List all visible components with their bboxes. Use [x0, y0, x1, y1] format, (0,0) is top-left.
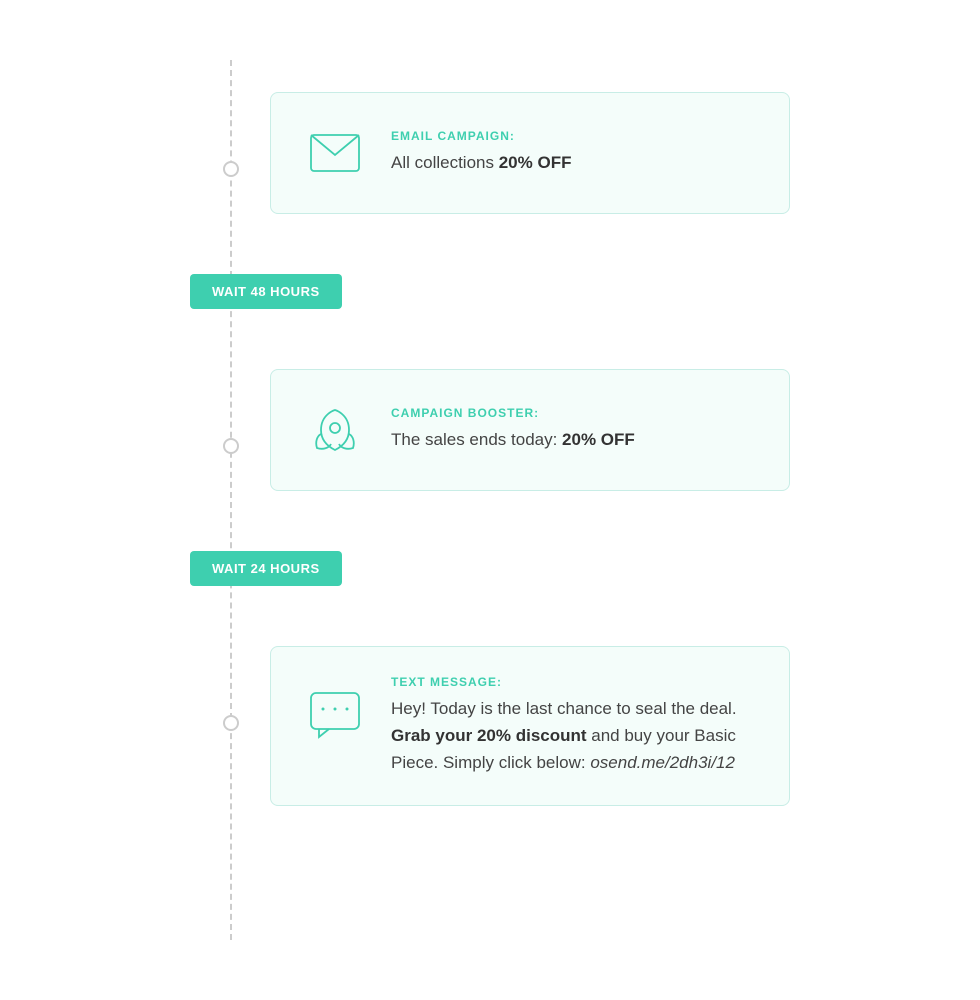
card-email-text-bold: 20% OFF: [499, 153, 572, 172]
card-text-body: Hey! Today is the last chance to seal th…: [391, 695, 761, 777]
email-icon-wrap: [299, 117, 371, 189]
step-email-campaign: EMAIL CAMPAIGN: All collections 20% OFF: [170, 92, 870, 214]
card-text-before: Hey! Today is the last chance to seal th…: [391, 699, 737, 718]
step-campaign-booster: CAMPAIGN BOOSTER: The sales ends today: …: [170, 369, 870, 491]
card-booster-label: CAMPAIGN BOOSTER:: [391, 406, 761, 420]
card-booster-text-bold: 20% OFF: [562, 430, 635, 449]
card-email-text-before: All collections: [391, 153, 499, 172]
timeline-dot-text: [223, 715, 239, 731]
email-icon: [309, 133, 361, 173]
card-email-label: EMAIL CAMPAIGN:: [391, 129, 761, 143]
card-booster-content: CAMPAIGN BOOSTER: The sales ends today: …: [391, 406, 761, 453]
timeline-dot-email: [223, 161, 239, 177]
wait-24-badge: WAIT 24 HOURS: [190, 551, 342, 586]
step-text-message: TEXT MESSAGE: Hey! Today is the last cha…: [170, 646, 870, 806]
card-text-message: TEXT MESSAGE: Hey! Today is the last cha…: [270, 646, 790, 806]
card-text-message-content: TEXT MESSAGE: Hey! Today is the last cha…: [391, 675, 761, 777]
wait-48-badge: WAIT 48 HOURS: [190, 274, 342, 309]
card-text-label: TEXT MESSAGE:: [391, 675, 761, 689]
card-booster-text-before: The sales ends today:: [391, 430, 562, 449]
card-booster-text: The sales ends today: 20% OFF: [391, 426, 761, 453]
rocket-icon: [309, 404, 361, 456]
card-email-text: All collections 20% OFF: [391, 149, 761, 176]
card-email-campaign: EMAIL CAMPAIGN: All collections 20% OFF: [270, 92, 790, 214]
timeline-dot-booster: [223, 438, 239, 454]
wait-24-row: WAIT 24 HOURS: [170, 523, 870, 614]
rocket-icon-wrap: [299, 394, 371, 466]
chat-icon-wrap: [299, 679, 371, 751]
card-campaign-booster: CAMPAIGN BOOSTER: The sales ends today: …: [270, 369, 790, 491]
card-email-content: EMAIL CAMPAIGN: All collections 20% OFF: [391, 129, 761, 176]
timeline-container: EMAIL CAMPAIGN: All collections 20% OFF …: [170, 60, 870, 940]
card-text-italic: osend.me/2dh3i/12: [590, 753, 735, 772]
chat-icon: [309, 691, 361, 739]
card-text-bold: Grab your 20% discount: [391, 726, 587, 745]
wait-48-row: WAIT 48 HOURS: [170, 246, 870, 337]
